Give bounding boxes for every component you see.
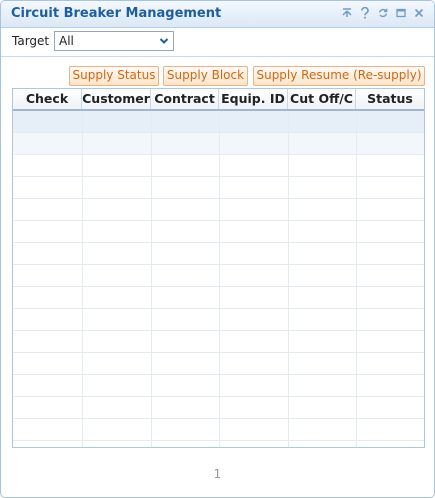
title-bar: Circuit Breaker Management	[1, 1, 434, 28]
close-icon[interactable]	[412, 5, 426, 21]
column-divider	[288, 111, 289, 447]
supply-resume-button[interactable]: Supply Resume (Re-supply)	[253, 66, 425, 86]
target-select-value: All	[59, 34, 74, 48]
grid-header: Check Customer Contract Equip. ID Cut Of…	[13, 89, 424, 111]
help-icon[interactable]	[358, 5, 372, 21]
column-divider	[82, 111, 83, 447]
supply-block-button[interactable]: Supply Block	[163, 66, 248, 86]
maximize-icon[interactable]	[394, 5, 408, 21]
window-title: Circuit Breaker Management	[11, 6, 222, 21]
target-select[interactable]: All	[54, 31, 174, 51]
column-header-equip-id[interactable]: Equip. ID	[219, 89, 288, 109]
column-header-cut-off[interactable]: Cut Off/C	[288, 89, 356, 109]
refresh-icon[interactable]	[376, 5, 390, 21]
title-bar-controls	[340, 5, 426, 21]
filter-bar: Target All	[1, 28, 434, 57]
column-header-check[interactable]: Check	[13, 89, 82, 109]
circuit-breaker-window: Circuit Breaker Management Target All Su…	[0, 0, 435, 498]
column-divider	[219, 111, 220, 447]
column-divider	[151, 111, 152, 447]
pagination: 1	[1, 467, 434, 481]
target-label: Target	[12, 34, 50, 48]
column-header-customer[interactable]: Customer	[82, 89, 151, 109]
supply-status-button[interactable]: Supply Status	[69, 66, 159, 86]
page-number[interactable]: 1	[214, 467, 222, 481]
column-header-contract[interactable]: Contract	[151, 89, 219, 109]
column-divider	[356, 111, 357, 447]
column-header-status[interactable]: Status	[356, 89, 424, 109]
data-grid: Check Customer Contract Equip. ID Cut Of…	[12, 88, 425, 448]
collapse-icon[interactable]	[340, 5, 354, 21]
chevron-down-icon	[159, 35, 169, 49]
